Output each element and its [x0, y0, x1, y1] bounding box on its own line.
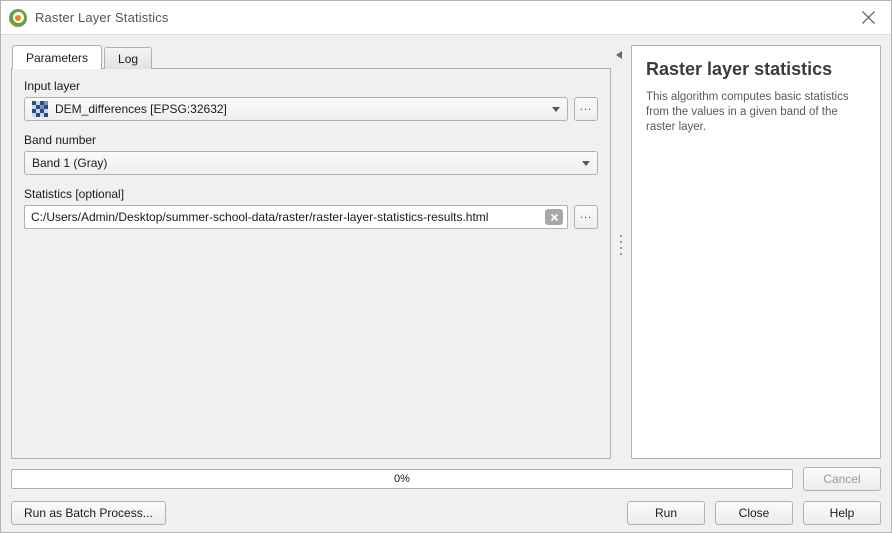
input-layer-row: DEM_differences [EPSG:32632] ...: [24, 97, 598, 121]
button-row: Run as Batch Process... Run Close Help: [1, 491, 891, 525]
splitter-grip-icon[interactable]: [620, 235, 622, 259]
cancel-button[interactable]: Cancel: [803, 467, 881, 491]
panel-splitter[interactable]: [611, 45, 631, 459]
parameters-panel: Input layer DEM_differences [EPSG:32632]…: [11, 68, 611, 459]
help-button[interactable]: Help: [803, 501, 881, 525]
close-icon[interactable]: [845, 1, 891, 34]
chevron-down-icon[interactable]: [575, 160, 597, 166]
input-layer-label: Input layer: [24, 79, 81, 93]
progress-bar: 0%: [11, 469, 793, 489]
clear-x-icon[interactable]: [545, 209, 563, 225]
input-layer-value: DEM_differences [EPSG:32632]: [55, 102, 227, 116]
collapse-left-arrow-icon[interactable]: [616, 51, 622, 59]
statistics-input[interactable]: C:/Users/Admin/Desktop/summer-school-dat…: [24, 205, 568, 229]
help-description: This algorithm computes basic statistics…: [646, 91, 849, 133]
input-layer-combo[interactable]: DEM_differences [EPSG:32632]: [24, 97, 568, 121]
band-number-row: Band 1 (Gray): [24, 151, 598, 175]
statistics-browse-button[interactable]: ...: [574, 205, 598, 229]
run-button[interactable]: Run: [627, 501, 705, 525]
chevron-down-icon[interactable]: [545, 106, 567, 112]
raster-layer-icon: [32, 101, 48, 117]
input-layer-group: Input layer DEM_differences [EPSG:32632]…: [24, 79, 598, 121]
band-number-combo[interactable]: Band 1 (Gray): [24, 151, 598, 175]
title-bar: Raster Layer Statistics: [1, 1, 891, 35]
window-title: Raster Layer Statistics: [35, 10, 169, 25]
input-layer-browse-button[interactable]: ...: [574, 97, 598, 121]
close-button[interactable]: Close: [715, 501, 793, 525]
band-number-value: Band 1 (Gray): [32, 156, 108, 170]
progress-percent-label: 0%: [394, 473, 410, 485]
raster-layer-statistics-dialog: Raster Layer Statistics Parameters Log I…: [0, 0, 892, 533]
content-row: Parameters Log Input layer DEM_differenc…: [1, 35, 891, 459]
band-number-group: Band number Band 1 (Gray): [24, 133, 598, 175]
statistics-label: Statistics [optional]: [24, 187, 125, 201]
left-pane: Parameters Log Input layer DEM_differenc…: [11, 45, 611, 459]
statistics-value: C:/Users/Admin/Desktop/summer-school-dat…: [31, 210, 489, 224]
tab-log[interactable]: Log: [104, 47, 153, 69]
statistics-group: Statistics [optional] C:/Users/Admin/Des…: [24, 187, 598, 229]
run-as-batch-process-button[interactable]: Run as Batch Process...: [11, 501, 166, 525]
tab-parameters[interactable]: Parameters: [12, 45, 103, 69]
band-number-label: Band number: [24, 133, 97, 147]
qgis-logo-icon: [9, 8, 27, 27]
progress-row: 0% Cancel: [1, 459, 891, 491]
help-title: Raster layer statistics: [646, 59, 833, 79]
statistics-row: C:/Users/Admin/Desktop/summer-school-dat…: [24, 205, 598, 229]
help-panel: Raster layer statistics This algorithm c…: [631, 45, 881, 459]
tab-bar: Parameters Log: [11, 45, 611, 69]
dialog-body: Parameters Log Input layer DEM_differenc…: [1, 35, 891, 532]
